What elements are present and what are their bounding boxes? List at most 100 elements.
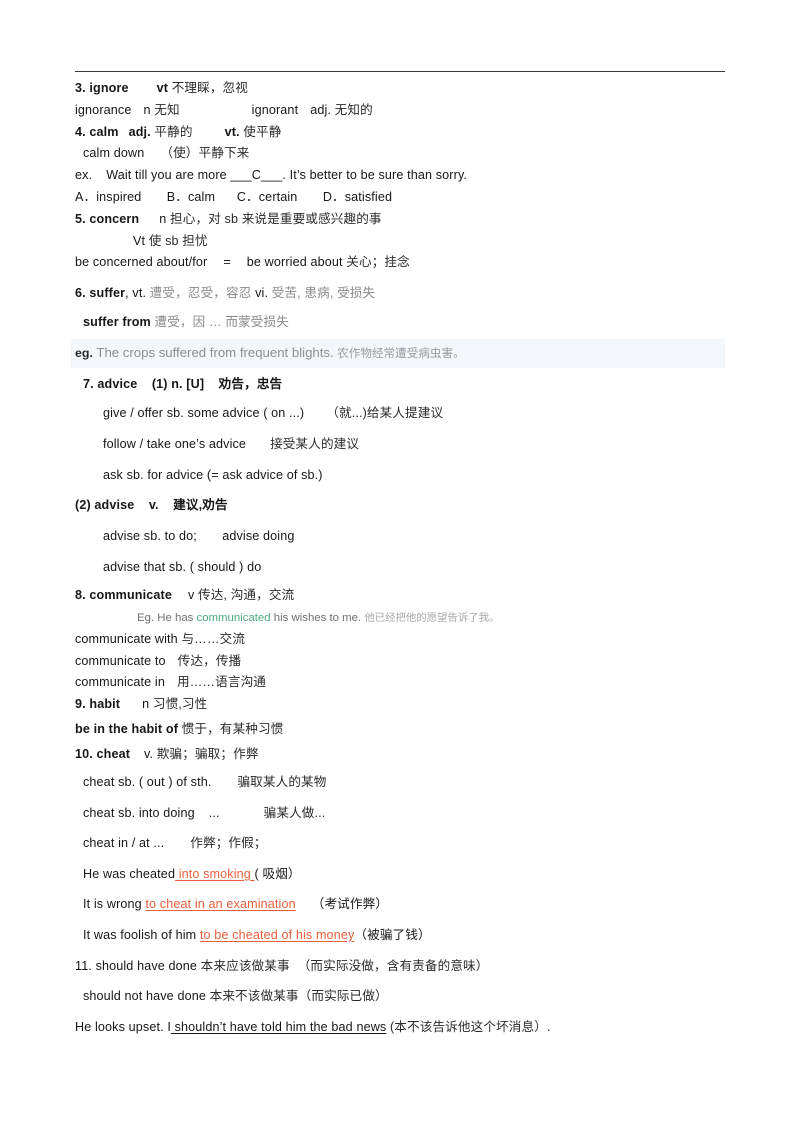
entry-11-line-2: should not have done 本来不该做某事（而实际已做） bbox=[75, 981, 735, 1012]
ignorance-cn: 无知 bbox=[154, 102, 180, 117]
cheat-into-doing-cn: 骗某人做... bbox=[263, 805, 326, 820]
communicate-to-cn: 传达，传播 bbox=[177, 653, 242, 668]
entry-6-eg-band: eg. The crops suffered from frequent bli… bbox=[71, 338, 725, 368]
entry-10-sentence-1: He was cheated into smoking ( 吸烟） bbox=[75, 859, 735, 890]
advise-pattern-2: advise that sb. ( should ) do bbox=[103, 559, 262, 574]
advice-phrase-1-cn: （就...)给某人提建议 bbox=[326, 405, 444, 420]
document-body: 3. ignore vt 不理睬，忽视 ignorance n 无知 ignorant… bbox=[71, 78, 735, 1043]
be-concerned-about: be concerned about/for bbox=[75, 255, 208, 270]
entry-11-line-1: 11. should have done 本来应该做某事 （而实际没做，含有责备的… bbox=[75, 951, 735, 982]
entry-4-line-1: 4. calm adj. 平静的 vt. 使平静 bbox=[75, 122, 735, 144]
should-have-done-cn: 本来应该做某事 bbox=[200, 958, 290, 973]
advice-phrase-1: give / offer sb. some advice ( on ...) bbox=[103, 405, 305, 420]
entry-5-headword: 5. concern bbox=[75, 211, 140, 226]
entry-8-eg-line: Eg. He has communicated his wishes to me… bbox=[75, 608, 735, 629]
eg-sentence: The crops suffered from frequent blights… bbox=[96, 344, 334, 360]
entry-5-cn-3: 关心；挂念 bbox=[346, 255, 410, 270]
example-sentence: Wait till you are more ___C___. It’s bet… bbox=[106, 168, 468, 183]
entry-9-line-1: 9. habit n 习惯,习性 bbox=[75, 694, 735, 716]
entry-4-example-line: ex. Wait till you are more ___C___. It’s … bbox=[75, 165, 735, 187]
entry-10-sentence-2: It is wrong to cheat in an examination （考… bbox=[75, 889, 735, 920]
entry-10-cn: 欺骗；骗取；作弊 bbox=[156, 746, 259, 761]
entry-7-sub-line-2: advise that sb. ( should ) do bbox=[75, 552, 735, 583]
entry-10-phrase-2: cheat sb. into doing... 骗某人做... bbox=[75, 798, 735, 829]
entry-4-pos-2: vt. bbox=[224, 124, 240, 139]
sentence-1-post: ( 吸烟） bbox=[254, 866, 301, 881]
eg2-label: Eg. He has bbox=[137, 611, 194, 624]
entry-10-line-1: 10. cheat v. 欺骗；骗取；作弊 bbox=[75, 742, 735, 767]
document-page: 3. ignore vt 不理睬，忽视 ignorance n 无知 ignorant… bbox=[0, 0, 800, 1132]
entry-5-cn: 担心，对 sb 来说是重要或感兴趣的事 bbox=[170, 211, 382, 226]
cheat-into-doing: cheat sb. into doing bbox=[83, 805, 195, 820]
entry-6-cn-1: 遭受，忍受，容忍 bbox=[149, 286, 252, 301]
entry-5-pos-2: Vt bbox=[133, 233, 146, 248]
example-label: ex. bbox=[75, 168, 93, 183]
entry-10-headword: 10. cheat bbox=[75, 746, 131, 761]
entry-9-line-2: be in the habit of 惯于，有某种习惯 bbox=[75, 716, 735, 742]
suffer-from-cn: 遭受，因 … 而蒙受损失 bbox=[154, 314, 289, 329]
entry-6-cn-2: 受苦, 患病, 受损失 bbox=[271, 286, 376, 301]
entry-6-headword: 6. suffer bbox=[75, 286, 126, 301]
entry-10-phrase-3: cheat in / at ... 作弊；作假； bbox=[75, 828, 735, 859]
entry-3-pos: vt bbox=[156, 81, 169, 95]
entry-5-line-2: Vt 使 sb 担忧 bbox=[75, 231, 735, 253]
eg-translation: 农作物经常遭受病虫害。 bbox=[337, 346, 465, 360]
should-not-have-done-cn: 本来不该做某事（而实际已做） bbox=[209, 989, 388, 1004]
entry-4-line-2: calm down （使）平静下来 bbox=[75, 143, 735, 165]
entry-10-phrase-1: cheat sb. ( out ) of sth. 骗取某人的某物 bbox=[75, 767, 735, 798]
entry-3-line-1: 3. ignore vt 不理睬，忽视 bbox=[75, 78, 735, 100]
communicate-in: communicate in bbox=[75, 675, 165, 690]
entry-3-cn: 不理睬，忽视 bbox=[171, 81, 249, 95]
entry-7-headword-line: 7. advice (1) n. [U] 劝告，忠告 bbox=[83, 376, 283, 391]
entry-7-sub-line-1: advise sb. to do; advise doing bbox=[75, 521, 735, 552]
header-rule bbox=[75, 71, 725, 72]
entry-5-pos: n bbox=[159, 211, 167, 226]
entry-5-line-3: be concerned about/for = be worried about … bbox=[75, 252, 735, 274]
entry-6-line-2: suffer from 遭受，因 … 而蒙受损失 bbox=[75, 309, 735, 335]
entry-7-line-1: 7. advice (1) n. [U] 劝告，忠告 bbox=[75, 371, 735, 398]
advice-phrase-3: ask sb. for advice (= ask advice of sb.) bbox=[103, 467, 323, 482]
entry-9-cn: 习惯,习性 bbox=[152, 697, 208, 712]
be-in-the-habit-of: be in the habit of bbox=[75, 721, 179, 736]
entry-4-cn-2: 使平静 bbox=[243, 124, 282, 139]
entry-8-line-1: 8. communicate v 传达, 沟通，交流 bbox=[75, 583, 735, 608]
ignorant-pos: adj. bbox=[310, 102, 332, 117]
entry-4-pos-1: adj. bbox=[128, 124, 151, 139]
suffer-from-phrase: suffer from bbox=[83, 314, 151, 329]
eg2-rest: his wishes to me. bbox=[273, 611, 362, 624]
ignorant-word: ignorant bbox=[251, 102, 299, 117]
communicate-in-cn: 用……语言沟通 bbox=[176, 675, 267, 690]
calm-down-phrase: calm down bbox=[83, 146, 145, 161]
entry-7-line-3: follow / take one’s advice 接受某人的建议 bbox=[75, 429, 735, 460]
entry-8-phrase-2: communicate to 传达，传播 bbox=[75, 651, 735, 673]
entry-7-line-2: give / offer sb. some advice ( on ...) （就… bbox=[75, 398, 735, 429]
entry-8-phrase-3: communicate in 用……语言沟通 bbox=[75, 672, 735, 694]
advice-phrase-2: follow / take one’s advice bbox=[103, 436, 247, 451]
cheat-in-at-cn: 作弊；作假； bbox=[190, 836, 267, 851]
entry-10-pos: v. bbox=[144, 746, 154, 761]
entry-6-line-1: 6. suffer, vt. 遭受，忍受，容忍 vi. 受苦, 患病, 受损失 bbox=[75, 278, 735, 309]
calm-down-cn: （使）平静下来 bbox=[160, 146, 250, 161]
communicated-highlight: communicated bbox=[196, 611, 271, 624]
advise-subhead: (2) advise v. 建议,劝告 bbox=[75, 498, 228, 513]
sentence-3-underlined: to be cheated of his money bbox=[199, 927, 355, 942]
eg-label: eg. bbox=[75, 345, 93, 360]
cheat-into-doing-dots: ... bbox=[208, 805, 220, 820]
sentence-2-pre: It is wrong bbox=[83, 897, 146, 912]
advice-phrase-2-cn: 接受某人的建议 bbox=[270, 436, 360, 451]
sentence-2-underlined: to cheat in an examination bbox=[145, 897, 296, 912]
ignorance-pos: n bbox=[143, 102, 151, 117]
sentence-2-post: （考试作弊） bbox=[311, 897, 389, 912]
eg2-translation: 他已经把他的愿望告诉了我。 bbox=[364, 612, 500, 624]
entry-11-sentence-underlined: shouldn’t have told him the bad news bbox=[170, 1019, 387, 1034]
advise-pattern-1: advise sb. to do; advise doing bbox=[103, 529, 295, 544]
entry-8-phrase-1: communicate with 与……交流 bbox=[75, 629, 735, 651]
cheat-out-of-cn: 骗取某人的某物 bbox=[237, 774, 327, 789]
entry-5-line-1: 5. concern n 担心，对 sb 来说是重要或感兴趣的事 bbox=[75, 209, 735, 231]
entry-10-sentence-3: It was foolish of him to be cheated of h… bbox=[75, 920, 735, 951]
ignorance-word: ignorance bbox=[75, 102, 132, 117]
communicate-with: communicate with bbox=[75, 631, 178, 646]
entry-4-cn-1: 平静的 bbox=[154, 124, 193, 139]
should-have-done: 11. should have done bbox=[75, 958, 198, 973]
entry-11-line-3: He looks upset. I shouldn’t have told hi… bbox=[75, 1012, 735, 1043]
